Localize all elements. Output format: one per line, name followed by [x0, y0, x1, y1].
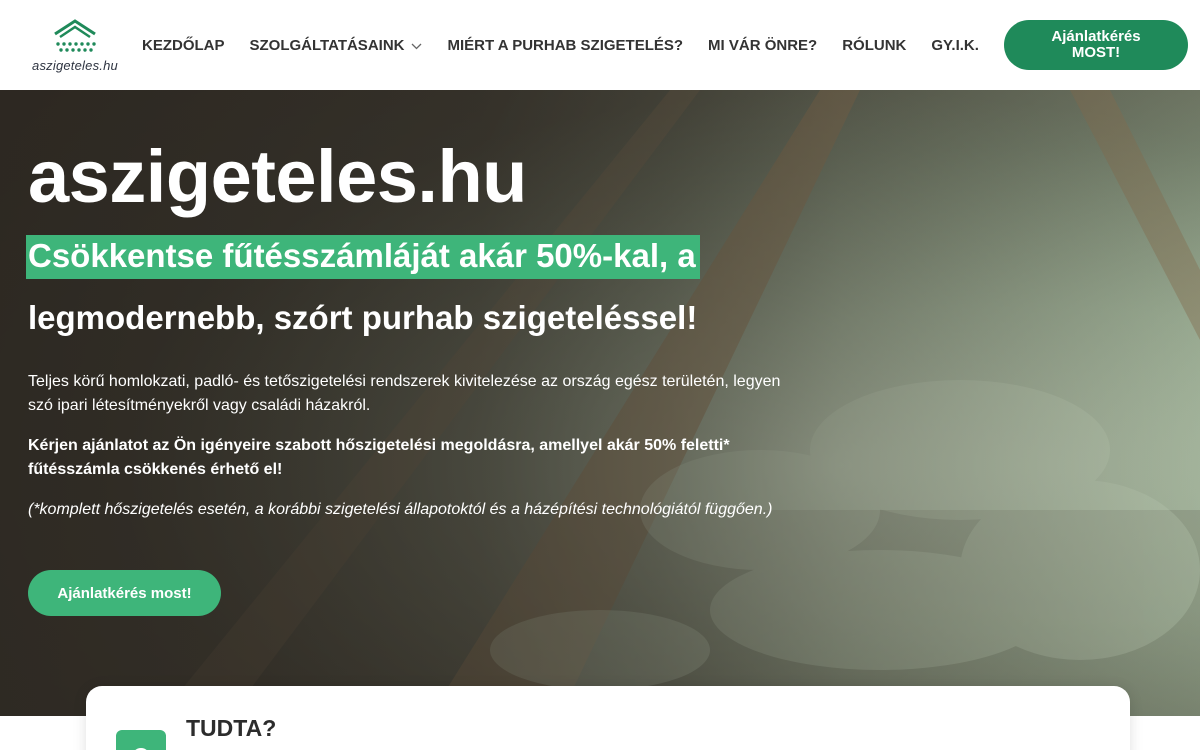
nav-item-label: MIÉRT A PURHAB SZIGETELÉS? [447, 36, 684, 54]
nav-item-home[interactable]: KEZDŐLAP [142, 37, 225, 54]
hero-subtitle: legmodernebb, szórt purhab szigeteléssel… [28, 299, 698, 336]
hero-footnote: (*komplett hőszigetelés esetén, a korább… [28, 501, 773, 518]
hero-title: aszigeteles.hu [28, 135, 527, 218]
request-quote-button[interactable]: Ajánlatkérés MOST! [1004, 20, 1188, 70]
site-logo[interactable]: aszigeteles.hu [28, 18, 122, 73]
hero-section: aszigeteles.hu Csökkentse fűtésszámláját… [0, 90, 1200, 716]
nav-item-label: GY.I.K. [931, 36, 979, 54]
hero-offer-text: Kérjen ajánlatot az Ön igényeire szabott… [28, 437, 730, 478]
hero-subtitle-highlight: Csökkentse fűtésszámláját akár 50%-kal, … [26, 235, 700, 279]
logo-text: aszigeteles.hu [32, 57, 118, 73]
nav-item-label: MI VÁR ÖNRE? [708, 36, 818, 54]
info-card: TUDTA? [86, 686, 1130, 750]
logo-house-icon [54, 18, 96, 52]
hero-request-quote-button[interactable]: Ajánlatkérés most! [28, 570, 221, 616]
site-header: aszigeteles.hu KEZDŐLAP SZOLGÁLTATÁSAINK… [0, 0, 1200, 90]
nav-item-faq[interactable]: GY.I.K. [931, 37, 979, 54]
nav-item-about[interactable]: RÓLUNK [842, 37, 906, 54]
info-icon [116, 730, 166, 750]
main-nav: KEZDŐLAP SZOLGÁLTATÁSAINK MIÉRT A PURHAB… [142, 37, 979, 54]
nav-item-what-awaits[interactable]: MI VÁR ÖNRE? [708, 37, 817, 54]
nav-item-why-purhab[interactable]: MIÉRT A PURHAB SZIGETELÉS? [447, 37, 683, 54]
nav-item-services[interactable]: SZOLGÁLTATÁSAINK [250, 37, 423, 54]
nav-item-label: RÓLUNK [842, 36, 907, 54]
nav-item-label: SZOLGÁLTATÁSAINK [249, 36, 405, 54]
nav-item-label: KEZDŐLAP [142, 36, 225, 54]
hero-description: Teljes körű homlokzati, padló- és tetősz… [28, 373, 781, 414]
chevron-down-icon [411, 37, 422, 54]
info-card-title: TUDTA? [186, 715, 277, 741]
